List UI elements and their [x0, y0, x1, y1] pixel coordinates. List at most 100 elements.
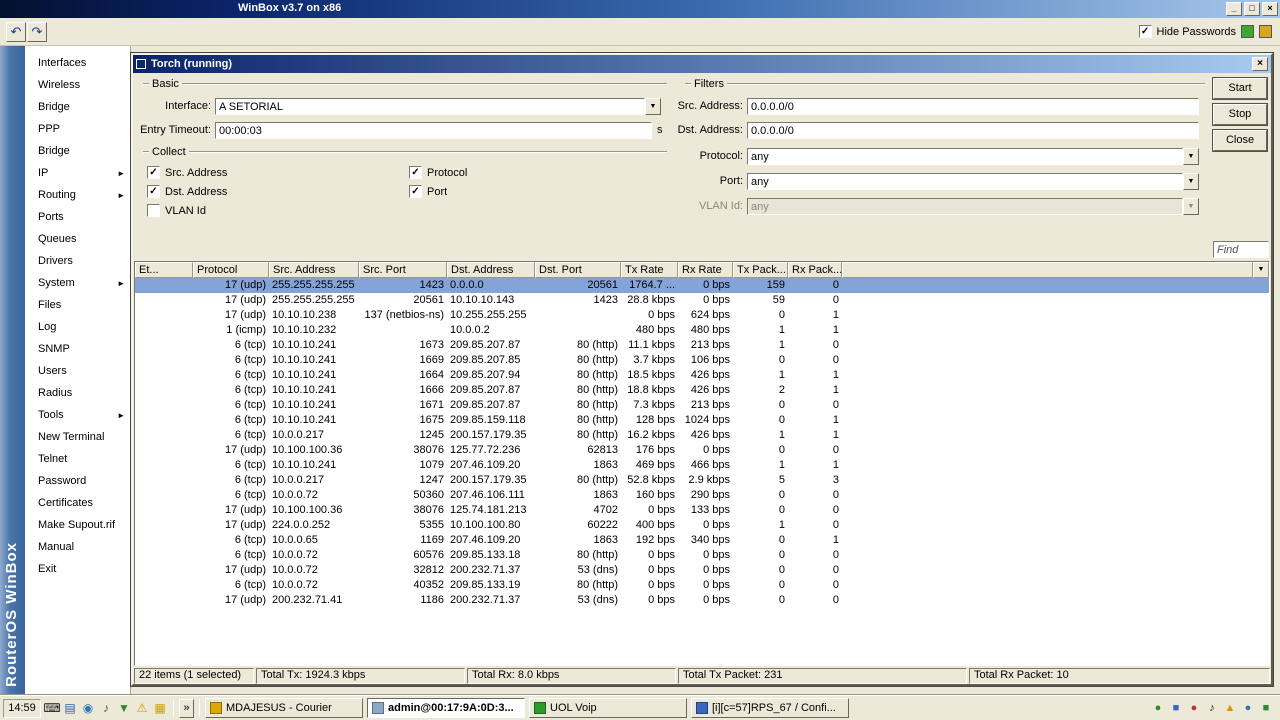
protocol-dropdown-button[interactable]: ▼: [1183, 148, 1199, 165]
sidebar-item[interactable]: Bridge ►: [25, 140, 130, 162]
column-header-dst-address[interactable]: Dst. Address: [447, 262, 535, 278]
sidebar-item[interactable]: Files ►: [25, 294, 130, 316]
tray-icon[interactable]: ■: [1258, 700, 1274, 716]
tray-icon[interactable]: ▲: [1222, 700, 1238, 716]
column-select-button[interactable]: ▼: [1253, 262, 1269, 278]
minimize-icon[interactable]: _: [1226, 2, 1242, 16]
table-row[interactable]: 17 (udp) 10.100.100.36 38076 125.77.72.2…: [135, 443, 1269, 458]
table-row[interactable]: 6 (tcp) 10.10.10.241 1079 207.46.109.20 …: [135, 458, 1269, 473]
table-row[interactable]: 17 (udp) 255.255.255.255 20561 10.10.10.…: [135, 293, 1269, 308]
torch-titlebar[interactable]: Torch (running) ×: [133, 55, 1271, 73]
table-row[interactable]: 17 (udp) 200.232.71.41 1186 200.232.71.3…: [135, 593, 1269, 608]
sidebar-item[interactable]: Interfaces ►: [25, 52, 130, 74]
tray-icon[interactable]: ♪: [1204, 700, 1220, 716]
taskbar-window-button[interactable]: UOL Voip: [529, 698, 687, 718]
stop-button[interactable]: Stop: [1213, 104, 1267, 125]
start-button[interactable]: Start: [1213, 78, 1267, 99]
undo-button[interactable]: ↶: [6, 22, 26, 42]
close-button[interactable]: Close: [1213, 130, 1267, 151]
tray-icon[interactable]: ●: [1240, 700, 1256, 716]
tray-icon[interactable]: ●: [1150, 700, 1166, 716]
quicklaunch-icon[interactable]: ⚠: [134, 700, 150, 716]
quicklaunch-icon[interactable]: ◉: [80, 700, 96, 716]
table-row[interactable]: 6 (tcp) 10.0.0.217 1245 200.157.179.35 8…: [135, 428, 1269, 443]
column-header-src-port[interactable]: Src. Port: [359, 262, 447, 278]
torch-close-icon[interactable]: ×: [1252, 57, 1268, 71]
filter-src-input[interactable]: [747, 98, 1199, 115]
checkbox[interactable]: ✓: [147, 204, 160, 217]
sidebar-item[interactable]: Exit ►: [25, 558, 130, 580]
filter-protocol-input[interactable]: [747, 148, 1183, 165]
table-row[interactable]: 6 (tcp) 10.10.10.241 1666 209.85.207.87 …: [135, 383, 1269, 398]
sidebar-item[interactable]: Ports ►: [25, 206, 130, 228]
table-row[interactable]: 17 (udp) 10.10.10.238 137 (netbios-ns) 1…: [135, 308, 1269, 323]
table-row[interactable]: 6 (tcp) 10.0.0.72 40352 209.85.133.19 80…: [135, 578, 1269, 593]
table-row[interactable]: 6 (tcp) 10.10.10.241 1669 209.85.207.85 …: [135, 353, 1269, 368]
close-icon[interactable]: ×: [1262, 2, 1278, 16]
checkbox[interactable]: ✓: [409, 166, 422, 179]
sidebar-item[interactable]: PPP ►: [25, 118, 130, 140]
sidebar-item[interactable]: Telnet ►: [25, 448, 130, 470]
sidebar-item[interactable]: Radius ►: [25, 382, 130, 404]
taskbar-window-button[interactable]: MDAJESUS - Courier: [205, 698, 363, 718]
hide-passwords-checkbox[interactable]: ✓: [1138, 25, 1152, 38]
column-header-src-address[interactable]: Src. Address: [269, 262, 359, 278]
redo-button[interactable]: ↷: [27, 22, 47, 42]
sidebar-item[interactable]: Certificates ►: [25, 492, 130, 514]
filter-dst-input[interactable]: [747, 122, 1199, 139]
checkbox[interactable]: ✓: [409, 185, 422, 198]
table-row[interactable]: 17 (udp) 10.0.0.72 32812 200.232.71.37 5…: [135, 563, 1269, 578]
column-header-tx-packets[interactable]: Tx Pack...: [733, 262, 788, 278]
table-row[interactable]: 6 (tcp) 10.10.10.241 1664 209.85.207.94 …: [135, 368, 1269, 383]
table-row[interactable]: 1 (icmp) 10.10.10.232 10.0.0.2 480 bps 4…: [135, 323, 1269, 338]
quicklaunch-icon[interactable]: ▼: [116, 700, 132, 716]
sidebar-item[interactable]: Tools ►: [25, 404, 130, 426]
column-header-dst-port[interactable]: Dst. Port: [535, 262, 621, 278]
taskbar-window-button[interactable]: admin@00:17:9A:0D:3...: [367, 698, 525, 718]
sidebar-item[interactable]: Queues ►: [25, 228, 130, 250]
sidebar-item[interactable]: System ►: [25, 272, 130, 294]
sidebar-item[interactable]: Users ►: [25, 360, 130, 382]
sidebar-item[interactable]: Make Supout.rif ►: [25, 514, 130, 536]
sidebar-item[interactable]: IP ►: [25, 162, 130, 184]
column-header-rx-rate[interactable]: Rx Rate: [678, 262, 733, 278]
table-row[interactable]: 6 (tcp) 10.10.10.241 1673 209.85.207.87 …: [135, 338, 1269, 353]
table-row[interactable]: 6 (tcp) 10.0.0.217 1247 200.157.179.35 8…: [135, 473, 1269, 488]
quicklaunch-icon[interactable]: ▦: [152, 700, 168, 716]
table-row[interactable]: 6 (tcp) 10.0.0.72 50360 207.46.106.111 1…: [135, 488, 1269, 503]
table-row[interactable]: 6 (tcp) 10.0.0.72 60576 209.85.133.18 80…: [135, 548, 1269, 563]
sidebar-item[interactable]: SNMP ►: [25, 338, 130, 360]
column-header-protocol[interactable]: Protocol: [193, 262, 269, 278]
interface-input[interactable]: [215, 98, 645, 115]
checkbox[interactable]: ✓: [147, 166, 160, 179]
sidebar-item[interactable]: Routing ►: [25, 184, 130, 206]
column-header-tx-rate[interactable]: Tx Rate: [621, 262, 678, 278]
checkbox[interactable]: ✓: [147, 185, 160, 198]
quicklaunch-icon[interactable]: ♪: [98, 700, 114, 716]
sidebar-item[interactable]: Wireless ►: [25, 74, 130, 96]
find-input[interactable]: [1213, 241, 1269, 258]
sidebar-item[interactable]: Log ►: [25, 316, 130, 338]
quicklaunch-icon[interactable]: ▤: [62, 700, 78, 716]
tray-icon[interactable]: ●: [1186, 700, 1202, 716]
sidebar-item[interactable]: Manual ►: [25, 536, 130, 558]
quicklaunch-icon[interactable]: ⌨: [43, 700, 60, 716]
quicklaunch-overflow-button[interactable]: »: [179, 698, 194, 718]
table-row[interactable]: 17 (udp) 255.255.255.255 1423 0.0.0.0 20…: [135, 278, 1269, 293]
sidebar-item[interactable]: Bridge ►: [25, 96, 130, 118]
filter-port-input[interactable]: [747, 173, 1183, 190]
column-header-ethernet[interactable]: Et...: [135, 262, 193, 278]
entry-timeout-input[interactable]: [215, 122, 652, 139]
port-dropdown-button[interactable]: ▼: [1183, 173, 1199, 190]
sidebar-item[interactable]: New Terminal ►: [25, 426, 130, 448]
table-row[interactable]: 17 (udp) 10.100.100.36 38076 125.74.181.…: [135, 503, 1269, 518]
maximize-icon[interactable]: □: [1244, 2, 1260, 16]
table-row[interactable]: 6 (tcp) 10.10.10.241 1671 209.85.207.87 …: [135, 398, 1269, 413]
interface-dropdown-button[interactable]: ▼: [645, 98, 661, 115]
table-row[interactable]: 6 (tcp) 10.0.0.65 1169 207.46.109.20 186…: [135, 533, 1269, 548]
table-row[interactable]: 6 (tcp) 10.10.10.241 1675 209.85.159.118…: [135, 413, 1269, 428]
table-row[interactable]: 17 (udp) 224.0.0.252 5355 10.100.100.80 …: [135, 518, 1269, 533]
sidebar-item[interactable]: Password ►: [25, 470, 130, 492]
tray-icon[interactable]: ■: [1168, 700, 1184, 716]
column-header-rx-packets[interactable]: Rx Pack...: [788, 262, 842, 278]
